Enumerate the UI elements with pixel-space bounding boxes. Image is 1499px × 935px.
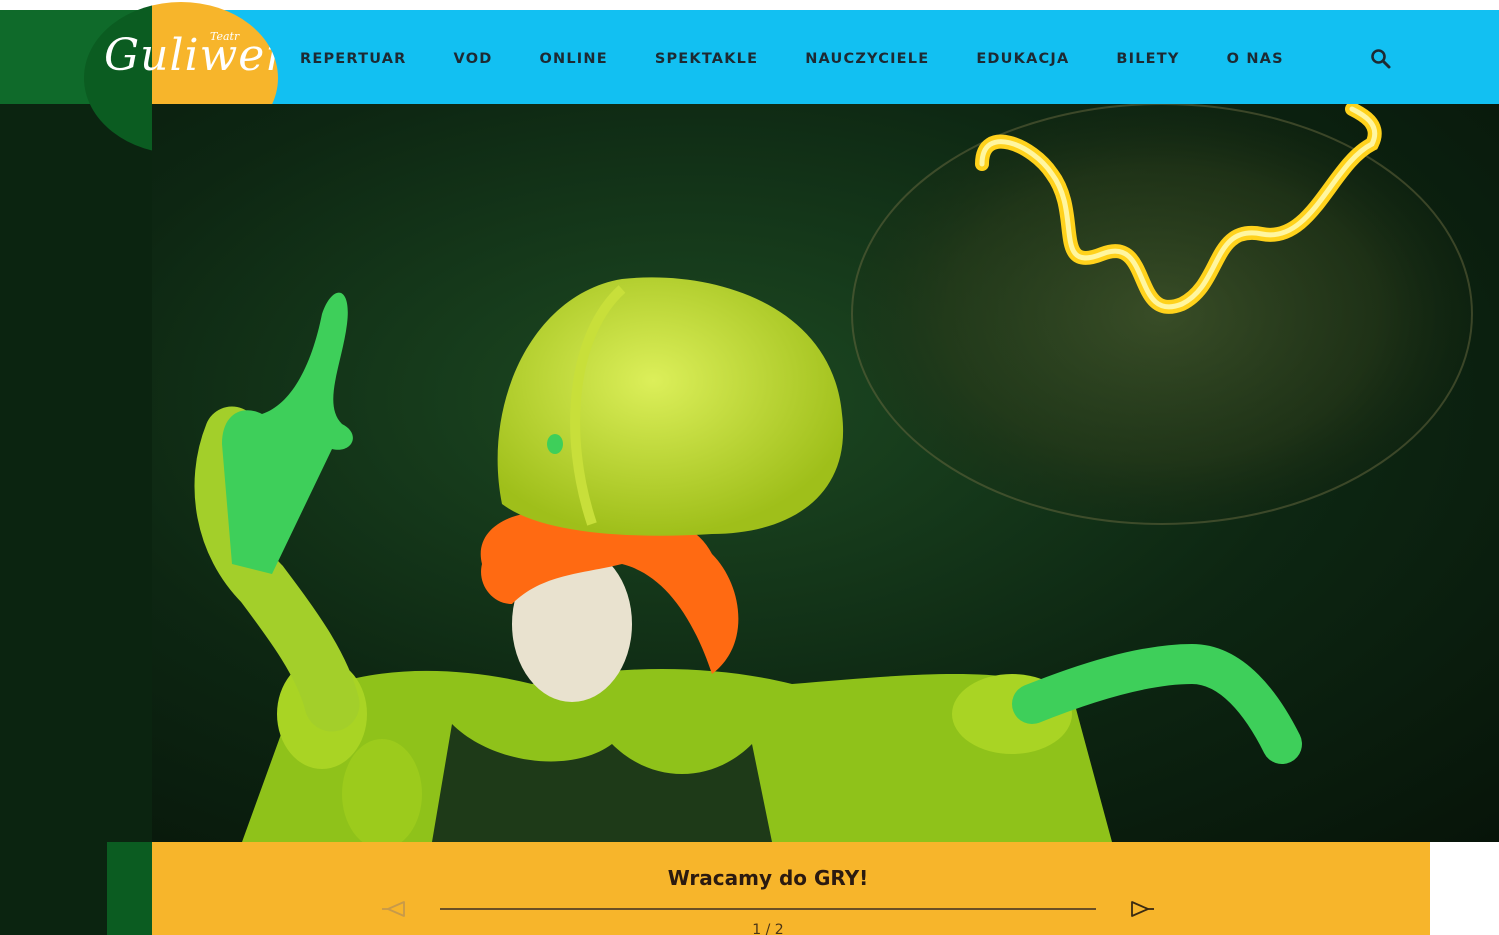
hero-photo (194, 104, 1473, 842)
nav-item-repertuar[interactable]: REPERTUAR (300, 48, 407, 67)
slider-title[interactable]: Wracamy do GRY! (152, 866, 1384, 890)
slide-counter: 1 / 2 (752, 922, 784, 935)
logo-brand: Guliwer (104, 30, 278, 81)
nav-item-bilety[interactable]: BILETY (1116, 48, 1179, 67)
page: REPERTUAR VOD ONLINE SPEKTAKLE NAUCZYCIE… (0, 0, 1499, 935)
nav-item-edukacja[interactable]: EDUKACJA (976, 48, 1069, 67)
arrow-left-icon[interactable] (382, 899, 410, 919)
arrow-right-icon[interactable] (1126, 899, 1154, 919)
nav-item-vod[interactable]: VOD (454, 48, 493, 67)
search-icon[interactable] (1369, 47, 1393, 71)
slider-caption: Wracamy do GRY! 1 / 2 (152, 842, 1430, 935)
hero-image (152, 104, 1499, 842)
site-header: REPERTUAR VOD ONLINE SPEKTAKLE NAUCZYCIE… (152, 10, 1499, 104)
nav-item-online[interactable]: ONLINE (539, 48, 607, 67)
nav-item-spektakle[interactable]: SPEKTAKLE (655, 48, 758, 67)
main-nav: REPERTUAR VOD ONLINE SPEKTAKLE NAUCZYCIE… (300, 10, 1331, 104)
nav-item-nauczyciele[interactable]: NAUCZYCIELE (805, 48, 929, 67)
nav-item-o-nas[interactable]: O NAS (1227, 48, 1284, 67)
slider-progress-line (440, 908, 1096, 910)
left-band-bottom (107, 842, 152, 935)
